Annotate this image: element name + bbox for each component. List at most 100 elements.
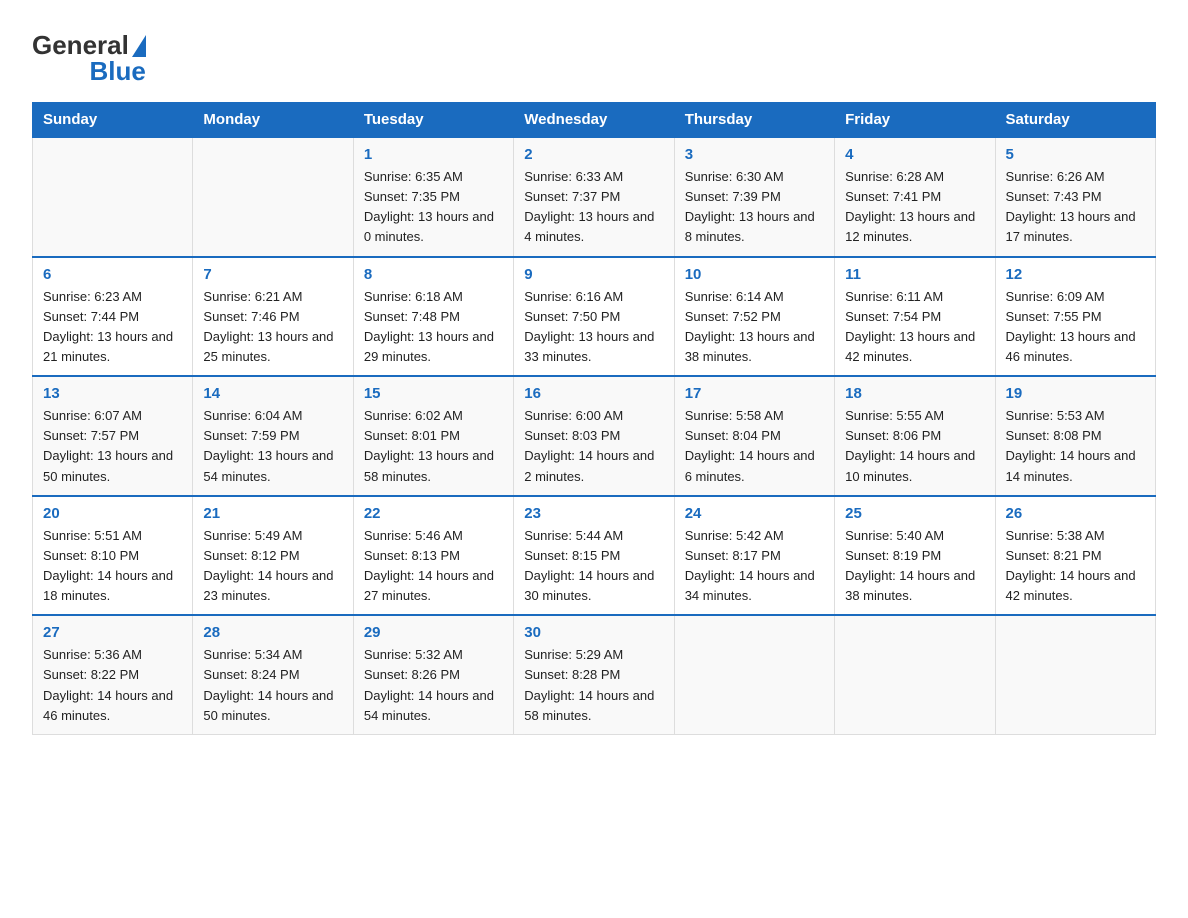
day-number: 15 (364, 385, 503, 402)
cell-week1-day7: 5 Sunrise: 6:26 AMSunset: 7:43 PMDaylight… (995, 137, 1155, 257)
day-info: Sunrise: 6:28 AMSunset: 7:41 PMDaylight:… (845, 167, 984, 248)
day-number: 9 (524, 266, 663, 283)
day-info: Sunrise: 5:40 AMSunset: 8:19 PMDaylight:… (845, 526, 984, 607)
cell-week3-day5: 17 Sunrise: 5:58 AMSunset: 8:04 PMDayligh… (674, 376, 834, 496)
cell-week2-day2: 7 Sunrise: 6:21 AMSunset: 7:46 PMDaylight… (193, 257, 353, 377)
day-info: Sunrise: 5:36 AMSunset: 8:22 PMDaylight:… (43, 645, 182, 726)
cell-week4-day6: 25 Sunrise: 5:40 AMSunset: 8:19 PMDayligh… (835, 496, 995, 616)
day-info: Sunrise: 5:51 AMSunset: 8:10 PMDaylight:… (43, 526, 182, 607)
day-info: Sunrise: 5:34 AMSunset: 8:24 PMDaylight:… (203, 645, 342, 726)
cell-week1-day6: 4 Sunrise: 6:28 AMSunset: 7:41 PMDaylight… (835, 137, 995, 257)
day-number: 30 (524, 624, 663, 641)
cell-week5-day6 (835, 615, 995, 734)
cell-week2-day4: 9 Sunrise: 6:16 AMSunset: 7:50 PMDaylight… (514, 257, 674, 377)
day-info: Sunrise: 6:23 AMSunset: 7:44 PMDaylight:… (43, 287, 182, 368)
day-info: Sunrise: 6:09 AMSunset: 7:55 PMDaylight:… (1006, 287, 1145, 368)
day-info: Sunrise: 6:16 AMSunset: 7:50 PMDaylight:… (524, 287, 663, 368)
week-row-1: 1 Sunrise: 6:35 AMSunset: 7:35 PMDaylight… (33, 137, 1156, 257)
cell-week1-day1 (33, 137, 193, 257)
day-info: Sunrise: 6:11 AMSunset: 7:54 PMDaylight:… (845, 287, 984, 368)
cell-week3-day3: 15 Sunrise: 6:02 AMSunset: 8:01 PMDayligh… (353, 376, 513, 496)
day-number: 8 (364, 266, 503, 283)
day-number: 19 (1006, 385, 1145, 402)
day-number: 14 (203, 385, 342, 402)
header-monday: Monday (193, 103, 353, 138)
cell-week5-day5 (674, 615, 834, 734)
cell-week4-day7: 26 Sunrise: 5:38 AMSunset: 8:21 PMDayligh… (995, 496, 1155, 616)
logo-blue-text: Blue (89, 58, 145, 84)
day-info: Sunrise: 6:35 AMSunset: 7:35 PMDaylight:… (364, 167, 503, 248)
day-number: 3 (685, 146, 824, 163)
cell-week5-day3: 29 Sunrise: 5:32 AMSunset: 8:26 PMDayligh… (353, 615, 513, 734)
day-number: 23 (524, 505, 663, 522)
day-number: 22 (364, 505, 503, 522)
week-row-2: 6Sunrise: 6:23 AMSunset: 7:44 PMDaylight… (33, 257, 1156, 377)
day-number: 4 (845, 146, 984, 163)
day-info: Sunrise: 6:02 AMSunset: 8:01 PMDaylight:… (364, 406, 503, 487)
cell-week3-day2: 14 Sunrise: 6:04 AMSunset: 7:59 PMDayligh… (193, 376, 353, 496)
header-sunday: Sunday (33, 103, 193, 138)
day-info: Sunrise: 6:04 AMSunset: 7:59 PMDaylight:… (203, 406, 342, 487)
cell-week3-day6: 18Sunrise: 5:55 AMSunset: 8:06 PMDayligh… (835, 376, 995, 496)
day-info: Sunrise: 5:32 AMSunset: 8:26 PMDaylight:… (364, 645, 503, 726)
header-thursday: Thursday (674, 103, 834, 138)
cell-week5-day7 (995, 615, 1155, 734)
day-number: 24 (685, 505, 824, 522)
day-number: 20 (43, 505, 182, 522)
cell-week1-day2 (193, 137, 353, 257)
day-info: Sunrise: 6:30 AMSunset: 7:39 PMDaylight:… (685, 167, 824, 248)
day-number: 5 (1006, 146, 1145, 163)
cell-week3-day1: 13 Sunrise: 6:07 AMSunset: 7:57 PMDayligh… (33, 376, 193, 496)
cell-week2-day5: 10Sunrise: 6:14 AMSunset: 7:52 PMDayligh… (674, 257, 834, 377)
cell-week2-day3: 8 Sunrise: 6:18 AMSunset: 7:48 PMDaylight… (353, 257, 513, 377)
day-info: Sunrise: 6:26 AMSunset: 7:43 PMDaylight:… (1006, 167, 1145, 248)
cell-week3-day4: 16 Sunrise: 6:00 AMSunset: 8:03 PMDayligh… (514, 376, 674, 496)
cell-week4-day2: 21Sunrise: 5:49 AMSunset: 8:12 PMDayligh… (193, 496, 353, 616)
cell-week4-day4: 23 Sunrise: 5:44 AMSunset: 8:15 PMDayligh… (514, 496, 674, 616)
day-info: Sunrise: 5:38 AMSunset: 8:21 PMDaylight:… (1006, 526, 1145, 607)
header-row: SundayMondayTuesdayWednesdayThursdayFrid… (33, 103, 1156, 138)
week-row-5: 27Sunrise: 5:36 AMSunset: 8:22 PMDayligh… (33, 615, 1156, 734)
week-row-4: 20 Sunrise: 5:51 AMSunset: 8:10 PMDayligh… (33, 496, 1156, 616)
day-info: Sunrise: 6:14 AMSunset: 7:52 PMDaylight:… (685, 287, 824, 368)
day-number: 16 (524, 385, 663, 402)
page-header: General Blue (32, 24, 1156, 84)
day-info: Sunrise: 5:58 AMSunset: 8:04 PMDaylight:… (685, 406, 824, 487)
day-info: Sunrise: 5:44 AMSunset: 8:15 PMDaylight:… (524, 526, 663, 607)
cell-week2-day7: 12 Sunrise: 6:09 AMSunset: 7:55 PMDayligh… (995, 257, 1155, 377)
logo-general-text: General (32, 32, 129, 58)
day-number: 7 (203, 266, 342, 283)
cell-week5-day2: 28 Sunrise: 5:34 AMSunset: 8:24 PMDayligh… (193, 615, 353, 734)
cell-week3-day7: 19 Sunrise: 5:53 AMSunset: 8:08 PMDayligh… (995, 376, 1155, 496)
cell-week4-day1: 20 Sunrise: 5:51 AMSunset: 8:10 PMDayligh… (33, 496, 193, 616)
day-info: Sunrise: 5:29 AMSunset: 8:28 PMDaylight:… (524, 645, 663, 726)
day-number: 12 (1006, 266, 1145, 283)
cell-week1-day4: 2 Sunrise: 6:33 AMSunset: 7:37 PMDaylight… (514, 137, 674, 257)
cell-week1-day5: 3 Sunrise: 6:30 AMSunset: 7:39 PMDaylight… (674, 137, 834, 257)
header-wednesday: Wednesday (514, 103, 674, 138)
day-number: 2 (524, 146, 663, 163)
day-number: 28 (203, 624, 342, 641)
day-number: 1 (364, 146, 503, 163)
day-info: Sunrise: 6:00 AMSunset: 8:03 PMDaylight:… (524, 406, 663, 487)
day-number: 17 (685, 385, 824, 402)
day-number: 13 (43, 385, 182, 402)
day-info: Sunrise: 6:07 AMSunset: 7:57 PMDaylight:… (43, 406, 182, 487)
cell-week2-day6: 11 Sunrise: 6:11 AMSunset: 7:54 PMDayligh… (835, 257, 995, 377)
logo-triangle-icon (132, 35, 146, 57)
day-info: Sunrise: 6:21 AMSunset: 7:46 PMDaylight:… (203, 287, 342, 368)
calendar-header: SundayMondayTuesdayWednesdayThursdayFrid… (33, 103, 1156, 138)
day-number: 26 (1006, 505, 1145, 522)
cell-week1-day3: 1 Sunrise: 6:35 AMSunset: 7:35 PMDaylight… (353, 137, 513, 257)
day-info: Sunrise: 6:18 AMSunset: 7:48 PMDaylight:… (364, 287, 503, 368)
day-info: Sunrise: 5:49 AMSunset: 8:12 PMDaylight:… (203, 526, 342, 607)
cell-week5-day1: 27Sunrise: 5:36 AMSunset: 8:22 PMDayligh… (33, 615, 193, 734)
calendar-table: SundayMondayTuesdayWednesdayThursdayFrid… (32, 102, 1156, 735)
day-number: 11 (845, 266, 984, 283)
day-info: Sunrise: 6:33 AMSunset: 7:37 PMDaylight:… (524, 167, 663, 248)
calendar-body: 1 Sunrise: 6:35 AMSunset: 7:35 PMDaylight… (33, 137, 1156, 734)
header-saturday: Saturday (995, 103, 1155, 138)
day-number: 29 (364, 624, 503, 641)
day-info: Sunrise: 5:53 AMSunset: 8:08 PMDaylight:… (1006, 406, 1145, 487)
day-number: 25 (845, 505, 984, 522)
